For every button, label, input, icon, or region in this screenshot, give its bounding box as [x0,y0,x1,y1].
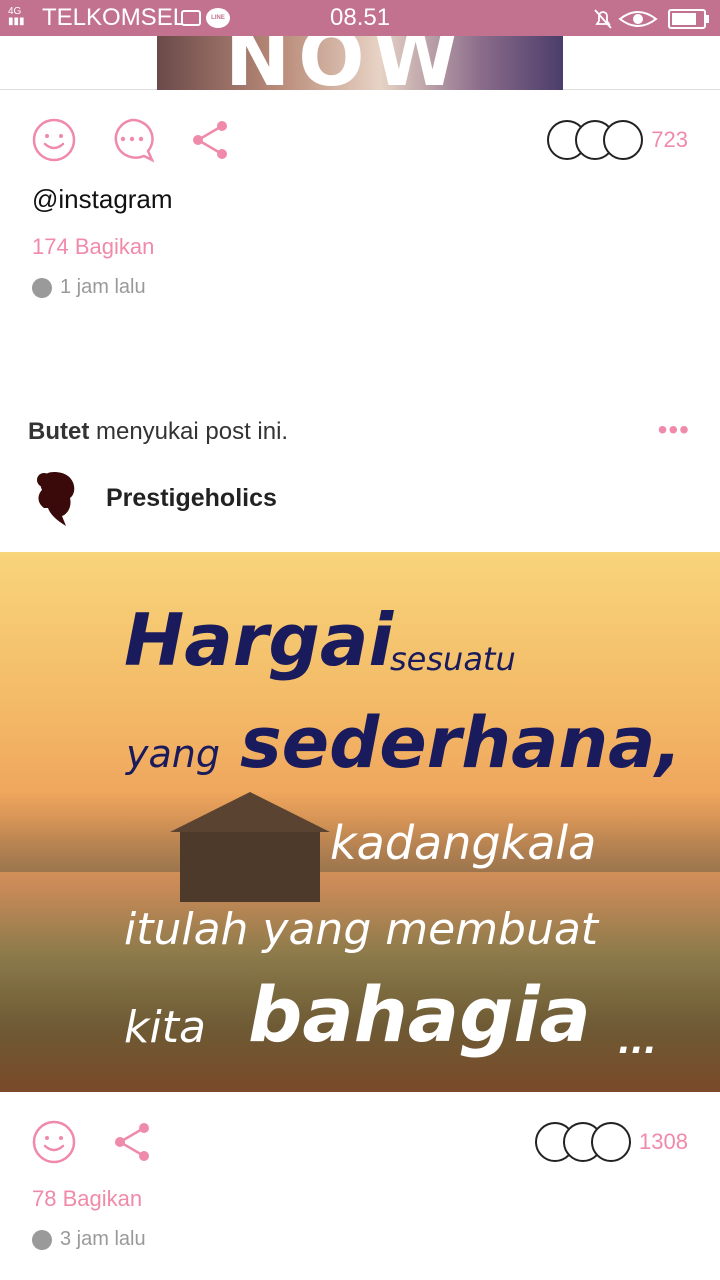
post-time: 1 jam lalu [32,276,146,299]
quote-line5-big: bahagia [248,970,591,1059]
mute-bell-icon [594,9,612,29]
post-image: NOW [157,36,563,90]
quote-line2-small: yang [126,732,220,776]
post-image[interactable]: Hargai sesuatu yang sederhana, kadangkal… [0,552,720,1092]
liked-text: menyukai post ini. [89,418,289,445]
post-time: 3 jam lalu [32,1228,146,1251]
post-time-text: 1 jam lalu [60,276,146,298]
react-smiley-icon[interactable] [30,1118,78,1166]
share-icon[interactable] [108,1118,156,1166]
post-time-text: 3 jam lalu [60,1228,146,1250]
liked-by-text: Butet menyukai post ini. [28,418,288,446]
quote-line1-small: sesuatu [390,640,516,678]
post-actions: 1308 [0,1118,720,1188]
reaction-summary[interactable]: 1308 [535,1122,688,1162]
battery-icon [668,9,709,29]
quote-line1-big: Hargai [124,598,394,682]
status-bar: 4G ▮▮▮ TELKOMSEL LINE 08.51 [0,0,720,36]
image-text: NOW [225,36,467,90]
previous-post-image[interactable]: NOW [0,36,720,90]
post-caption[interactable]: @instagram [32,184,173,215]
line-app-icon: LINE [206,8,230,28]
quote-line4: itulah yang membuat [124,904,599,955]
quote-ellipsis: ... [618,1022,657,1062]
share-count[interactable]: 174 Bagikan [32,234,154,260]
reaction-count: 1308 [639,1129,688,1154]
mail-icon [181,10,201,26]
clock: 08.51 [330,4,391,31]
liker-name[interactable]: Butet [28,418,89,445]
post-actions: 723 [0,116,720,186]
quote-line2-big: sederhana, [240,702,682,784]
reaction-summary[interactable]: 723 [547,120,688,160]
avatar[interactable] [32,468,84,528]
globe-icon [32,277,52,298]
carrier-name: TELKOMSEL [42,4,187,31]
eye-icon [618,11,658,27]
author-name[interactable]: Prestigeholics [106,484,277,513]
reaction-count: 723 [651,127,688,152]
share-icon[interactable] [186,116,234,164]
praying-face-icon [591,1122,632,1162]
signal-icon: 4G ▮▮▮ [8,6,25,27]
share-count[interactable]: 78 Bagikan [32,1186,142,1212]
house-shape [170,792,330,902]
comment-icon[interactable] [108,116,156,164]
react-smiley-icon[interactable] [30,116,78,164]
quote-line5-small: kita [124,1002,206,1053]
quote-line3: kadangkala [330,816,597,870]
more-options-icon[interactable]: ••• [658,416,690,444]
heart-eyes-face-icon [603,120,644,160]
globe-icon [32,1229,52,1250]
